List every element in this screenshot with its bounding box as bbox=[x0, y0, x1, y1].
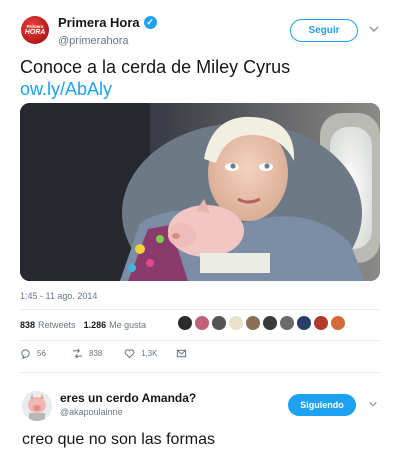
reply-tweet[interactable]: eres un cerdo Amanda? @akapoulainne Sigu… bbox=[0, 388, 400, 462]
reply-action[interactable]: 56 bbox=[20, 348, 46, 359]
retweets-stat[interactable]: 838 Retweets bbox=[20, 320, 76, 330]
like-count: 1,3K bbox=[141, 349, 158, 358]
author-display-name[interactable]: Primera Hora ✓ bbox=[58, 15, 157, 30]
reply-handle[interactable]: @akapoulainne bbox=[60, 407, 123, 417]
heart-icon bbox=[124, 349, 135, 359]
dm-action[interactable] bbox=[176, 348, 187, 359]
liker-avatar[interactable] bbox=[246, 316, 260, 330]
envelope-icon bbox=[176, 349, 187, 358]
reply-icon bbox=[21, 349, 30, 359]
author-name-text: Primera Hora bbox=[58, 15, 140, 30]
likes-stat[interactable]: 1.286 Me gusta bbox=[84, 320, 147, 330]
liker-avatar[interactable] bbox=[195, 316, 209, 330]
photo-illustration bbox=[20, 103, 380, 281]
liker-avatar[interactable] bbox=[331, 316, 345, 330]
tweet-text: Conoce a la cerda de Miley Cyrus ow.ly/A… bbox=[20, 56, 380, 100]
divider bbox=[20, 372, 380, 373]
verified-badge-icon: ✓ bbox=[143, 16, 157, 29]
following-button[interactable]: Siguiendo bbox=[288, 394, 356, 416]
avatar-brand-line2: HORA bbox=[24, 29, 46, 36]
divider bbox=[20, 309, 380, 310]
retweet-count: 838 bbox=[89, 349, 103, 358]
tweet-header: Primera HORA Primera Hora ✓ @primerahora… bbox=[0, 10, 400, 50]
author-handle[interactable]: @primerahora bbox=[58, 35, 157, 47]
tweet-timestamp[interactable]: 1:45 - 11 ago. 2014 bbox=[20, 291, 97, 301]
retweet-icon bbox=[73, 348, 82, 359]
likes-count: 1.286 bbox=[83, 320, 107, 330]
liker-avatar[interactable] bbox=[263, 316, 277, 330]
primera-hora-avatar[interactable]: Primera HORA bbox=[21, 16, 49, 44]
divider bbox=[20, 340, 380, 341]
liker-avatar[interactable] bbox=[280, 316, 294, 330]
reply-avatar[interactable] bbox=[22, 391, 52, 421]
liker-avatar[interactable] bbox=[229, 316, 243, 330]
likes-label: Me gusta bbox=[109, 320, 147, 330]
reply-display-name[interactable]: eres un cerdo Amanda? bbox=[60, 391, 196, 405]
reply-text: creo que no son las formas bbox=[22, 431, 215, 448]
retweet-action[interactable]: 838 bbox=[72, 348, 102, 359]
tweet-photo[interactable] bbox=[20, 103, 380, 281]
retweets-label: Retweets bbox=[38, 320, 76, 330]
liker-avatar[interactable] bbox=[212, 316, 226, 330]
tweet-actions: 56 838 1,3K bbox=[20, 348, 220, 362]
reply-count: 56 bbox=[37, 349, 46, 358]
follow-button[interactable]: Seguir bbox=[290, 19, 358, 42]
author-name-block: Primera Hora ✓ @primerahora bbox=[58, 14, 157, 47]
chevron-down-icon[interactable] bbox=[368, 23, 380, 35]
tweet-link[interactable]: ow.ly/AbAly bbox=[20, 79, 112, 99]
liker-avatar[interactable] bbox=[314, 316, 328, 330]
engagement-stats: 838 Retweets 1.286 Me gusta bbox=[20, 316, 380, 334]
like-action[interactable]: 1,3K bbox=[124, 348, 157, 359]
liker-avatar[interactable] bbox=[297, 316, 311, 330]
chevron-down-icon[interactable] bbox=[368, 399, 378, 412]
retweets-count: 838 bbox=[20, 320, 36, 330]
liker-avatars bbox=[178, 316, 345, 330]
liker-avatar[interactable] bbox=[178, 316, 192, 330]
tweet-text-body: Conoce a la cerda de Miley Cyrus bbox=[20, 57, 291, 77]
